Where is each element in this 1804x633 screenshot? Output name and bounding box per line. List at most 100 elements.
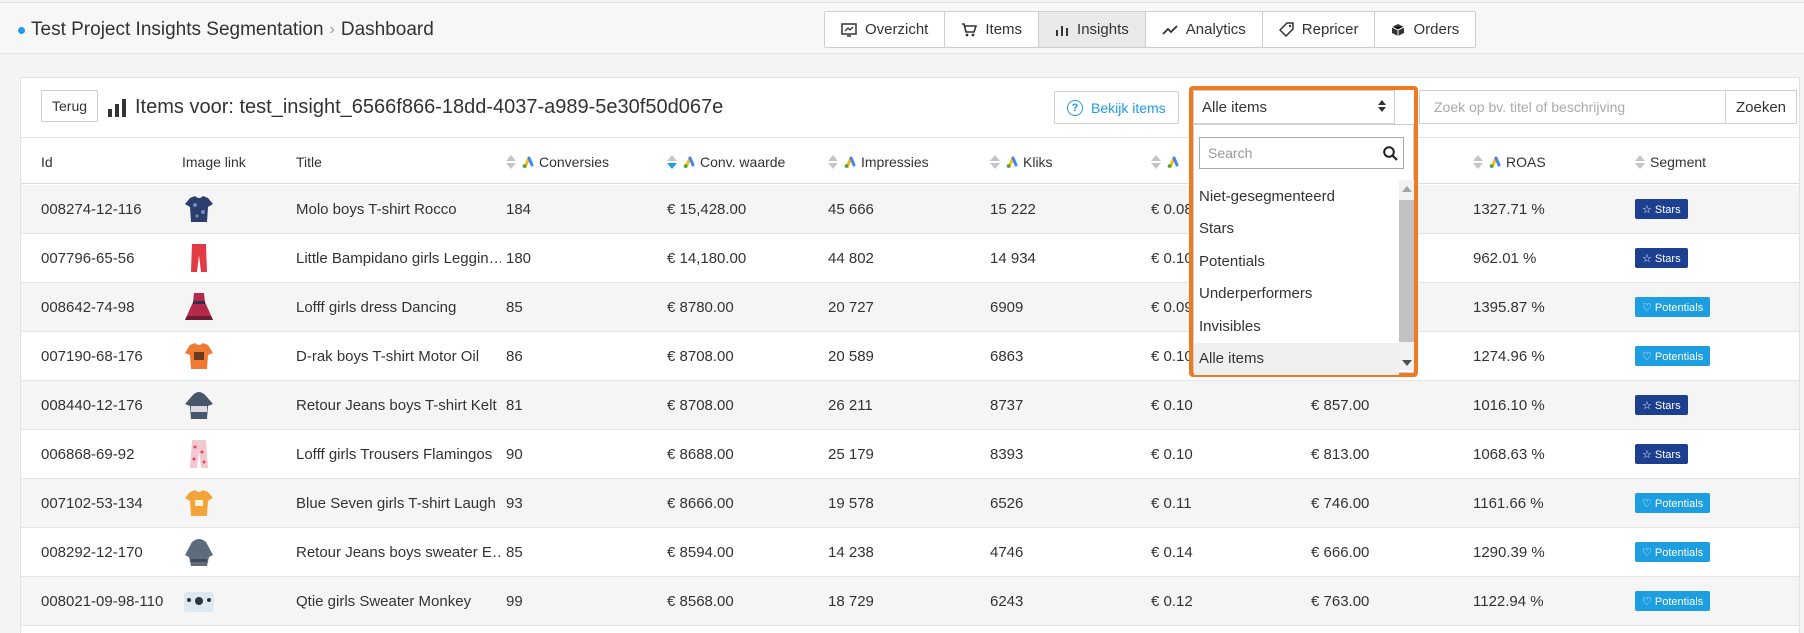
- dropdown-option[interactable]: Invisibles: [1194, 310, 1399, 343]
- col-kliks[interactable]: Kliks: [990, 139, 1053, 184]
- table-row[interactable]: 008274-12-116 Molo boys T-shirt Rocco 184 €…: [21, 185, 1799, 234]
- cell-id: 007190-68-176: [41, 347, 143, 365]
- cell-conversies: 90: [506, 445, 523, 463]
- overview-icon: [841, 22, 857, 37]
- table-row[interactable]: 008292-12-170 Retour Jeans boys sweater E…: [21, 528, 1799, 577]
- google-ads-icon: [1167, 156, 1179, 168]
- cell-conversies: 85: [506, 298, 523, 316]
- cell-id: 007102-53-134: [41, 494, 143, 512]
- bekijk-label: Bekijk items: [1091, 99, 1166, 116]
- cell-roas: 1068.63 %: [1473, 445, 1545, 463]
- tab-analytics[interactable]: Analytics: [1145, 12, 1263, 47]
- table-row[interactable]: 007796-65-56 Little Bampidano girls Leggi…: [21, 234, 1799, 283]
- product-image: [182, 430, 282, 478]
- bar-chart-icon: [108, 98, 126, 117]
- table-row[interactable]: 006868-69-92 Lofff girls Trousers Flaming…: [21, 430, 1799, 479]
- segment-badge: ☆ Stars: [1635, 395, 1688, 415]
- table-row[interactable]: 007190-68-176 D-rak boys T-shirt Motor Oi…: [21, 332, 1799, 381]
- scroll-down-icon[interactable]: [1402, 360, 1412, 366]
- col-segment[interactable]: Segment: [1635, 139, 1706, 184]
- cell-conversies: 184: [506, 200, 532, 218]
- col-conv-waarde[interactable]: Conv. waarde: [667, 139, 785, 184]
- segment-badge: ♡ Potentials: [1635, 346, 1711, 366]
- cell-cost: € 813.00: [1311, 445, 1370, 463]
- dropdown-option[interactable]: Underperformers: [1194, 278, 1399, 311]
- cell-title: Little Bampidano girls Leggin…: [296, 249, 501, 267]
- sort-icon: [828, 154, 838, 169]
- tab-insights[interactable]: Insights: [1039, 12, 1146, 47]
- red-leggings-thumbnail: [191, 244, 207, 272]
- cell-impressies: 14 238: [828, 543, 874, 561]
- col-roas[interactable]: ROAS: [1473, 139, 1546, 184]
- box-icon: [1392, 23, 1405, 36]
- cell-cpc: € 0.12: [1151, 592, 1193, 610]
- scroll-up-icon[interactable]: [1402, 186, 1412, 192]
- table-row[interactable]: 008021-09-98-110 Qtie girls Sweater Monke…: [21, 577, 1799, 626]
- cell-id: 008274-12-116: [41, 200, 142, 218]
- status-dot-icon: [18, 26, 25, 34]
- cell-conv-waarde: € 14,180.00: [667, 249, 747, 267]
- tab-label: Overzicht: [865, 21, 929, 38]
- segment-badge: ☆ Stars: [1635, 199, 1688, 219]
- breadcrumb-project[interactable]: Test Project Insights Segmentation: [31, 19, 324, 41]
- dropdown-search-input[interactable]: [1199, 137, 1404, 169]
- cell-conversies: 180: [506, 249, 532, 267]
- table-row[interactable]: 008440-12-176 Retour Jeans boys T-shirt K…: [21, 381, 1799, 430]
- tab-overzicht[interactable]: Overzicht: [825, 12, 946, 47]
- cell-conv-waarde: € 15,428.00: [667, 200, 747, 218]
- segment-badge: ♡ Potentials: [1635, 591, 1711, 611]
- segment-dropdown-panel: Niet-gesegmenteerdStarsPotentialsUnderpe…: [1193, 124, 1414, 375]
- cell-roas: 962.01 %: [1473, 249, 1537, 267]
- segment-cell: ♡ Potentials: [1635, 577, 1785, 625]
- cell-conv-waarde: € 8780.00: [667, 298, 734, 316]
- table-row[interactable]: 007102-53-134 Blue Seven girls T-shirt La…: [21, 479, 1799, 528]
- tab-repricer[interactable]: Repricer: [1262, 12, 1376, 47]
- scrollbar-thumb[interactable]: [1399, 200, 1414, 342]
- table-row[interactable]: 008642-74-98 Lofff girls dress Dancing 85 €…: [21, 283, 1799, 332]
- segment-cell: ☆ Stars: [1635, 234, 1785, 282]
- col-conversies[interactable]: Conversies: [506, 139, 609, 184]
- cell-title: Retour Jeans boys T-shirt Kelt: [296, 396, 497, 414]
- dropdown-scrollbar[interactable]: [1399, 180, 1414, 370]
- cell-impressies: 25 179: [828, 445, 874, 463]
- cart-icon: [962, 22, 978, 36]
- dropdown-option[interactable]: Potentials: [1194, 245, 1399, 278]
- tab-items[interactable]: Items: [945, 12, 1040, 47]
- cell-roas: 1161.66 %: [1473, 494, 1544, 512]
- col-impressies[interactable]: Impressies: [828, 139, 929, 184]
- col-cpc[interactable]: [1151, 139, 1184, 184]
- grey-sweater-thumbnail: [185, 539, 213, 566]
- segment-cell: ♡ Potentials: [1635, 332, 1785, 380]
- segment-badge: ☆ Stars: [1635, 248, 1688, 268]
- tab-label: Insights: [1077, 21, 1129, 38]
- segment-badge: ♡ Potentials: [1635, 297, 1711, 317]
- product-image: [182, 283, 282, 331]
- col-id[interactable]: Id: [41, 139, 53, 184]
- segment-select[interactable]: Alle items: [1193, 90, 1395, 124]
- cell-conv-waarde: € 8666.00: [667, 494, 734, 512]
- grey-hoodie-thumbnail: [185, 392, 213, 419]
- search-button[interactable]: Zoeken: [1725, 90, 1797, 124]
- back-button[interactable]: Terug: [41, 90, 99, 122]
- sort-icon: [990, 154, 1000, 169]
- search-input[interactable]: [1419, 90, 1725, 124]
- cell-kliks: 6909: [990, 298, 1024, 316]
- product-image: [182, 577, 282, 625]
- trend-line-icon: [1162, 24, 1178, 35]
- sort-desc-icon: [667, 154, 677, 169]
- tab-orders[interactable]: Orders: [1375, 12, 1476, 47]
- segment-badge: ♡ Potentials: [1635, 493, 1711, 513]
- col-label: Segment: [1650, 153, 1707, 170]
- dropdown-option[interactable]: Niet-gesegmenteerd: [1194, 180, 1399, 213]
- bekijk-items-button[interactable]: ? Bekijk items: [1054, 91, 1179, 124]
- cell-title: Blue Seven girls T-shirt Laugh …: [296, 494, 501, 512]
- google-ads-icon: [1006, 156, 1018, 168]
- dropdown-option[interactable]: Stars: [1194, 213, 1399, 246]
- cell-cost: € 666.00: [1311, 543, 1370, 561]
- col-title[interactable]: Title: [296, 139, 322, 184]
- segment-badge: ♡ Potentials: [1635, 542, 1711, 562]
- navy-tshirt-thumbnail: [185, 196, 213, 222]
- cell-conv-waarde: € 8688.00: [667, 445, 734, 463]
- cell-impressies: 20 589: [828, 347, 874, 365]
- dropdown-option[interactable]: Alle items: [1194, 342, 1399, 375]
